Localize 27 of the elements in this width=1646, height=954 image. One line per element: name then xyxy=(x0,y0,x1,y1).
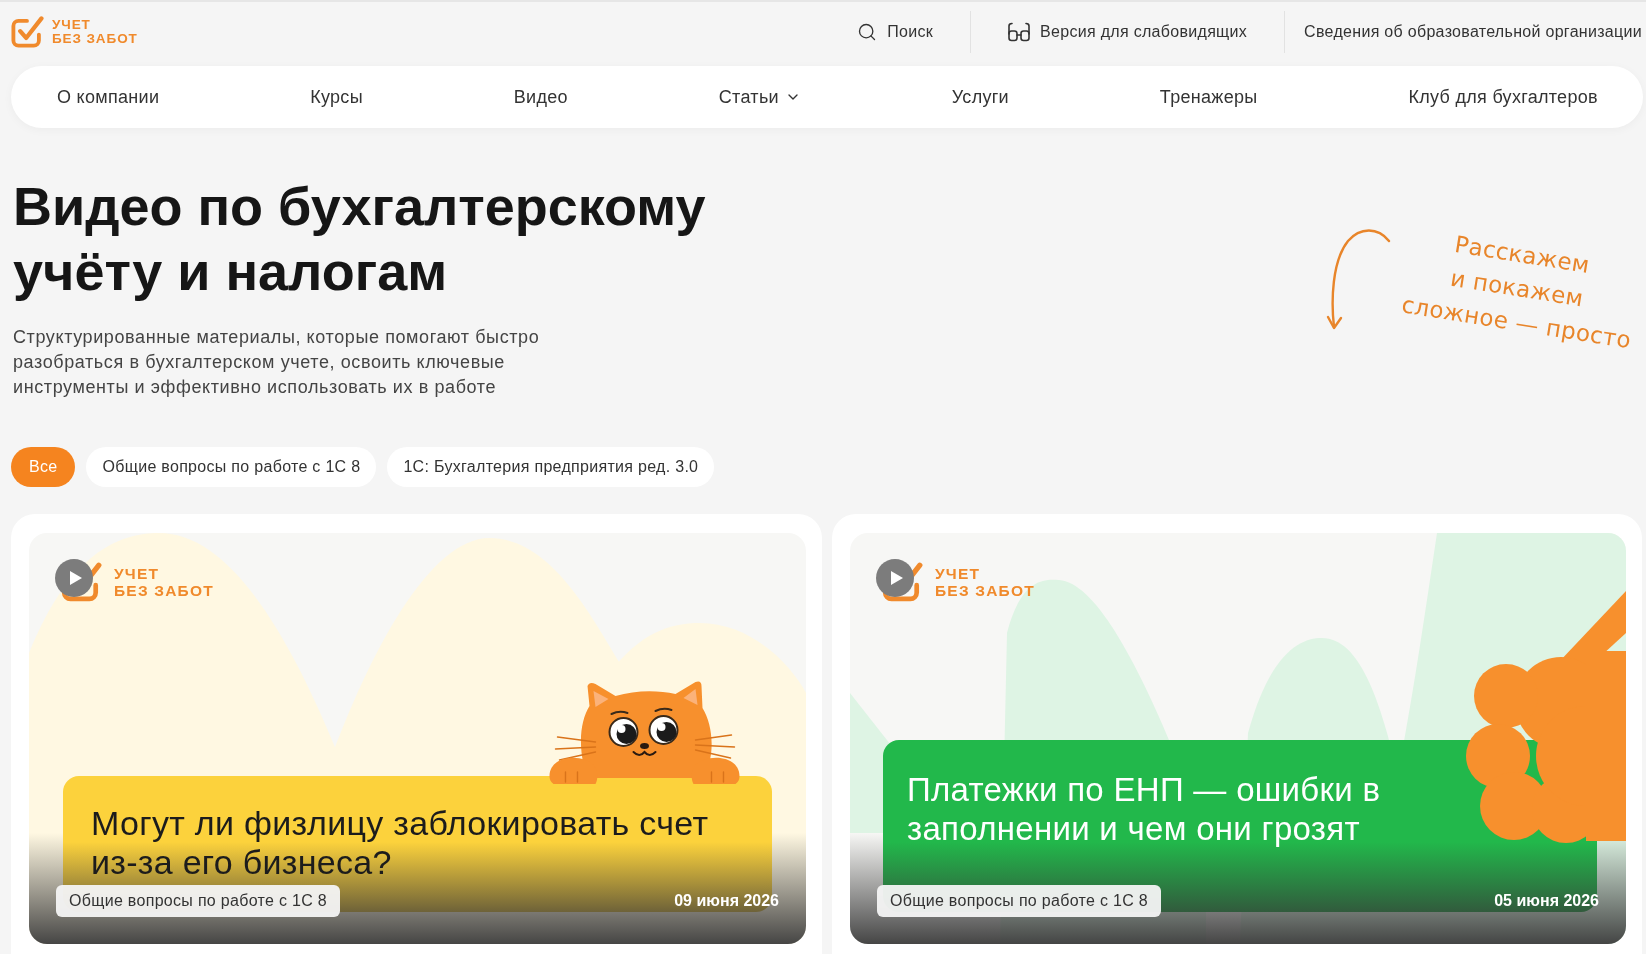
nav-link[interactable]: О компании xyxy=(57,86,160,108)
filter-chip[interactable]: 1С: Бухгалтерия предприятия ред. 3.0 xyxy=(387,447,715,487)
nav-link[interactable]: Видео xyxy=(513,86,568,108)
page-description: Структурированные материалы, которые помогают быстро разобраться в бухгалтерском учете, освоить ключевые инструменты и эффективно использовать их в работе xyxy=(13,326,541,399)
nav-link[interactable]: Статьи xyxy=(718,86,801,108)
glasses-icon xyxy=(1008,22,1031,42)
category-tag: Общие вопросы по работе с 1С 8 xyxy=(56,885,340,917)
logo-text: УЧЕТ БЕЗ ЗАБОТ xyxy=(114,565,214,599)
nav-link[interactable]: Тренажеры xyxy=(1159,86,1258,108)
accessibility-link[interactable]: Версия для слабовидящих xyxy=(1008,22,1248,42)
checkbox-logo-icon[interactable] xyxy=(10,15,44,49)
video-title[interactable]: Могут ли физлицу заблокировать счет из-за его бизнеса? xyxy=(91,804,736,882)
play-icon[interactable] xyxy=(876,559,914,597)
publish-date: 05 июня 2026 xyxy=(1494,892,1599,910)
page-title: Видео по бухгалтерскому учёту и налогам xyxy=(13,175,707,303)
search-button[interactable]: Поиск xyxy=(857,22,934,42)
publish-date: 09 июня 2026 xyxy=(674,892,779,910)
logo-text: УЧЕТ БЕЗ ЗАБОТ xyxy=(935,565,1035,599)
search-icon xyxy=(857,22,878,42)
category-tag: Общие вопросы по работе с 1С 8 xyxy=(877,885,1161,917)
handwritten-note: Расскажем и покажем сложное — просто xyxy=(1399,229,1634,356)
nav-link[interactable]: Курсы xyxy=(310,86,363,108)
nav-link[interactable]: Клуб для бухгалтеров xyxy=(1408,86,1598,108)
info-link[interactable]: Сведения об образовательной организации xyxy=(1304,23,1642,41)
nav-link[interactable]: Услуги xyxy=(951,86,1009,108)
play-icon[interactable] xyxy=(55,559,93,597)
filter-chip[interactable]: Общие вопросы по работе с 1С 8 xyxy=(86,447,377,487)
